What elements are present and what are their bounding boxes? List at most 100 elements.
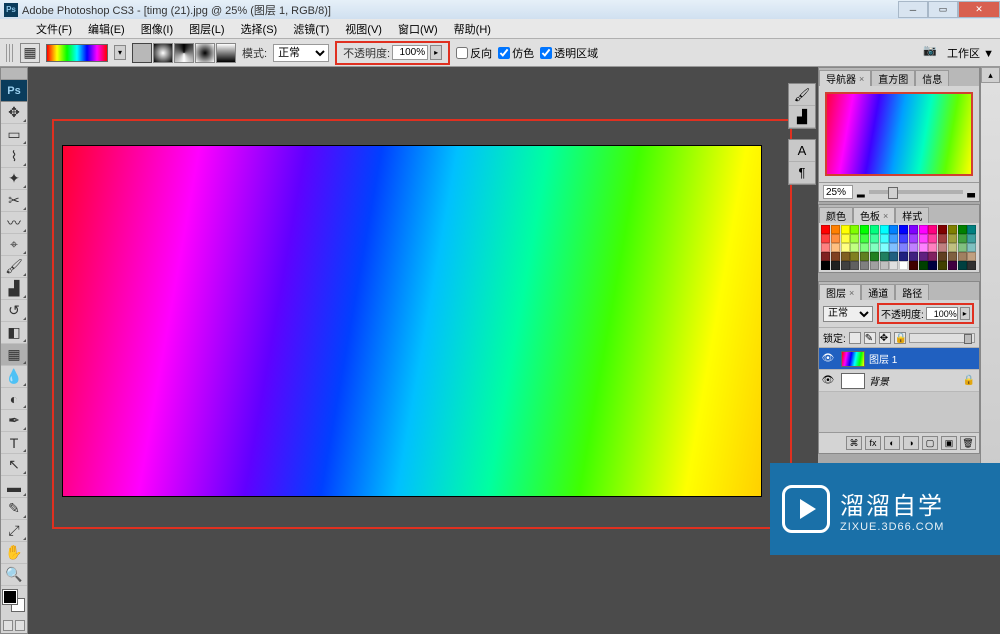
shape-tool[interactable]: ▬: [1, 476, 27, 498]
swatch[interactable]: [909, 225, 918, 234]
radial-gradient-button[interactable]: [153, 43, 173, 63]
tab-histogram[interactable]: 直方图: [871, 70, 915, 86]
menu-edit[interactable]: 编辑(E): [80, 19, 133, 39]
swatch[interactable]: [841, 252, 850, 261]
gradient-preview[interactable]: [46, 44, 108, 62]
menu-view[interactable]: 视图(V): [337, 19, 390, 39]
blend-mode-select[interactable]: 正常: [273, 44, 329, 62]
swatch[interactable]: [938, 234, 947, 243]
menu-window[interactable]: 窗口(W): [390, 19, 446, 39]
swatch[interactable]: [948, 252, 957, 261]
swatch[interactable]: [831, 261, 840, 270]
swatch[interactable]: [850, 252, 859, 261]
swatch[interactable]: [821, 252, 830, 261]
adjustment-layer-button[interactable]: ◑: [903, 436, 919, 450]
lock-position-icon[interactable]: ✥: [879, 332, 891, 344]
swatch[interactable]: [850, 234, 859, 243]
color-swatches[interactable]: [3, 590, 25, 612]
swatch[interactable]: [831, 225, 840, 234]
menu-select[interactable]: 选择(S): [233, 19, 286, 39]
swatch[interactable]: [860, 243, 869, 252]
swatch[interactable]: [938, 225, 947, 234]
swatch[interactable]: [880, 234, 889, 243]
swatch[interactable]: [870, 252, 879, 261]
swatch[interactable]: [841, 234, 850, 243]
swatch[interactable]: [870, 225, 879, 234]
layer-mask-button[interactable]: ◐: [884, 436, 900, 450]
blur-tool[interactable]: 💧: [1, 366, 27, 388]
menu-filter[interactable]: 滤镜(T): [285, 19, 337, 39]
menu-file[interactable]: 文件(F): [28, 19, 80, 39]
swatch[interactable]: [958, 261, 967, 270]
layer-row-background[interactable]: 👁 背景 🔒: [819, 370, 979, 392]
swatch[interactable]: [821, 225, 830, 234]
move-tool[interactable]: ✥: [1, 102, 27, 124]
menu-layer[interactable]: 图层(L): [181, 19, 232, 39]
swatch[interactable]: [919, 234, 928, 243]
menu-image[interactable]: 图像(I): [133, 19, 181, 39]
swatch[interactable]: [967, 243, 976, 252]
reverse-checkbox[interactable]: 反向: [456, 45, 492, 61]
tab-layers[interactable]: 图层×: [819, 284, 861, 300]
swatch[interactable]: [948, 234, 957, 243]
swatch[interactable]: [821, 261, 830, 270]
swatch[interactable]: [841, 225, 850, 234]
document-canvas[interactable]: [62, 145, 762, 497]
menu-help[interactable]: 帮助(H): [446, 19, 499, 39]
close-button[interactable]: ✕: [958, 1, 1000, 18]
tab-color[interactable]: 颜色: [819, 207, 853, 223]
swatch[interactable]: [958, 234, 967, 243]
layer-opacity-input[interactable]: [926, 307, 958, 320]
opacity-arrow[interactable]: ▸: [430, 45, 442, 60]
workspace-menu[interactable]: 工作区 ▼: [947, 45, 994, 61]
layer-name[interactable]: 背景: [869, 373, 889, 388]
swatch[interactable]: [889, 243, 898, 252]
swatch[interactable]: [889, 225, 898, 234]
zoom-in-icon[interactable]: ▃: [967, 187, 975, 198]
swatch[interactable]: [899, 225, 908, 234]
swatch[interactable]: [880, 252, 889, 261]
swatch[interactable]: [841, 243, 850, 252]
swatch[interactable]: [831, 234, 840, 243]
gradient-tool[interactable]: ▦: [1, 344, 27, 366]
eraser-tool[interactable]: ◧: [1, 322, 27, 344]
zoom-tool[interactable]: 🔍: [1, 564, 27, 586]
wand-tool[interactable]: ✦: [1, 168, 27, 190]
bridge-icon[interactable]: 📷: [923, 44, 941, 62]
swatch[interactable]: [889, 261, 898, 270]
swatch[interactable]: [967, 252, 976, 261]
zoom-slider[interactable]: [869, 190, 964, 194]
reflected-gradient-button[interactable]: [195, 43, 215, 63]
dodge-tool[interactable]: ◐: [1, 388, 27, 410]
visibility-icon[interactable]: 👁: [819, 353, 837, 364]
swatch[interactable]: [948, 261, 957, 270]
swatch[interactable]: [958, 243, 967, 252]
type-tool[interactable]: T: [1, 432, 27, 454]
heal-tool[interactable]: ⌖: [1, 234, 27, 256]
swatch[interactable]: [928, 252, 937, 261]
tab-channels[interactable]: 通道: [861, 284, 895, 300]
swatch[interactable]: [909, 243, 918, 252]
link-layers-button[interactable]: ⌘: [846, 436, 862, 450]
swatch[interactable]: [821, 234, 830, 243]
history-brush-tool[interactable]: ↺: [1, 300, 27, 322]
toolbox-grip[interactable]: [1, 68, 27, 80]
swatch[interactable]: [909, 261, 918, 270]
swatch[interactable]: [928, 243, 937, 252]
lock-pixels-icon[interactable]: ✎: [864, 332, 876, 344]
maximize-button[interactable]: ▭: [928, 1, 958, 18]
swatch[interactable]: [919, 252, 928, 261]
swatch[interactable]: [928, 234, 937, 243]
swatch[interactable]: [928, 261, 937, 270]
path-tool[interactable]: ↖: [1, 454, 27, 476]
layer-thumbnail[interactable]: [841, 373, 865, 389]
swatch[interactable]: [870, 243, 879, 252]
quickmask-button[interactable]: [3, 620, 13, 631]
tool-preset-icon[interactable]: ▦: [20, 43, 40, 63]
swatch[interactable]: [899, 243, 908, 252]
swatch[interactable]: [958, 225, 967, 234]
character-panel-icon[interactable]: A: [789, 140, 815, 162]
swatch[interactable]: [850, 261, 859, 270]
lock-transparent-icon[interactable]: [849, 332, 861, 344]
screenmode-button[interactable]: [15, 620, 25, 631]
